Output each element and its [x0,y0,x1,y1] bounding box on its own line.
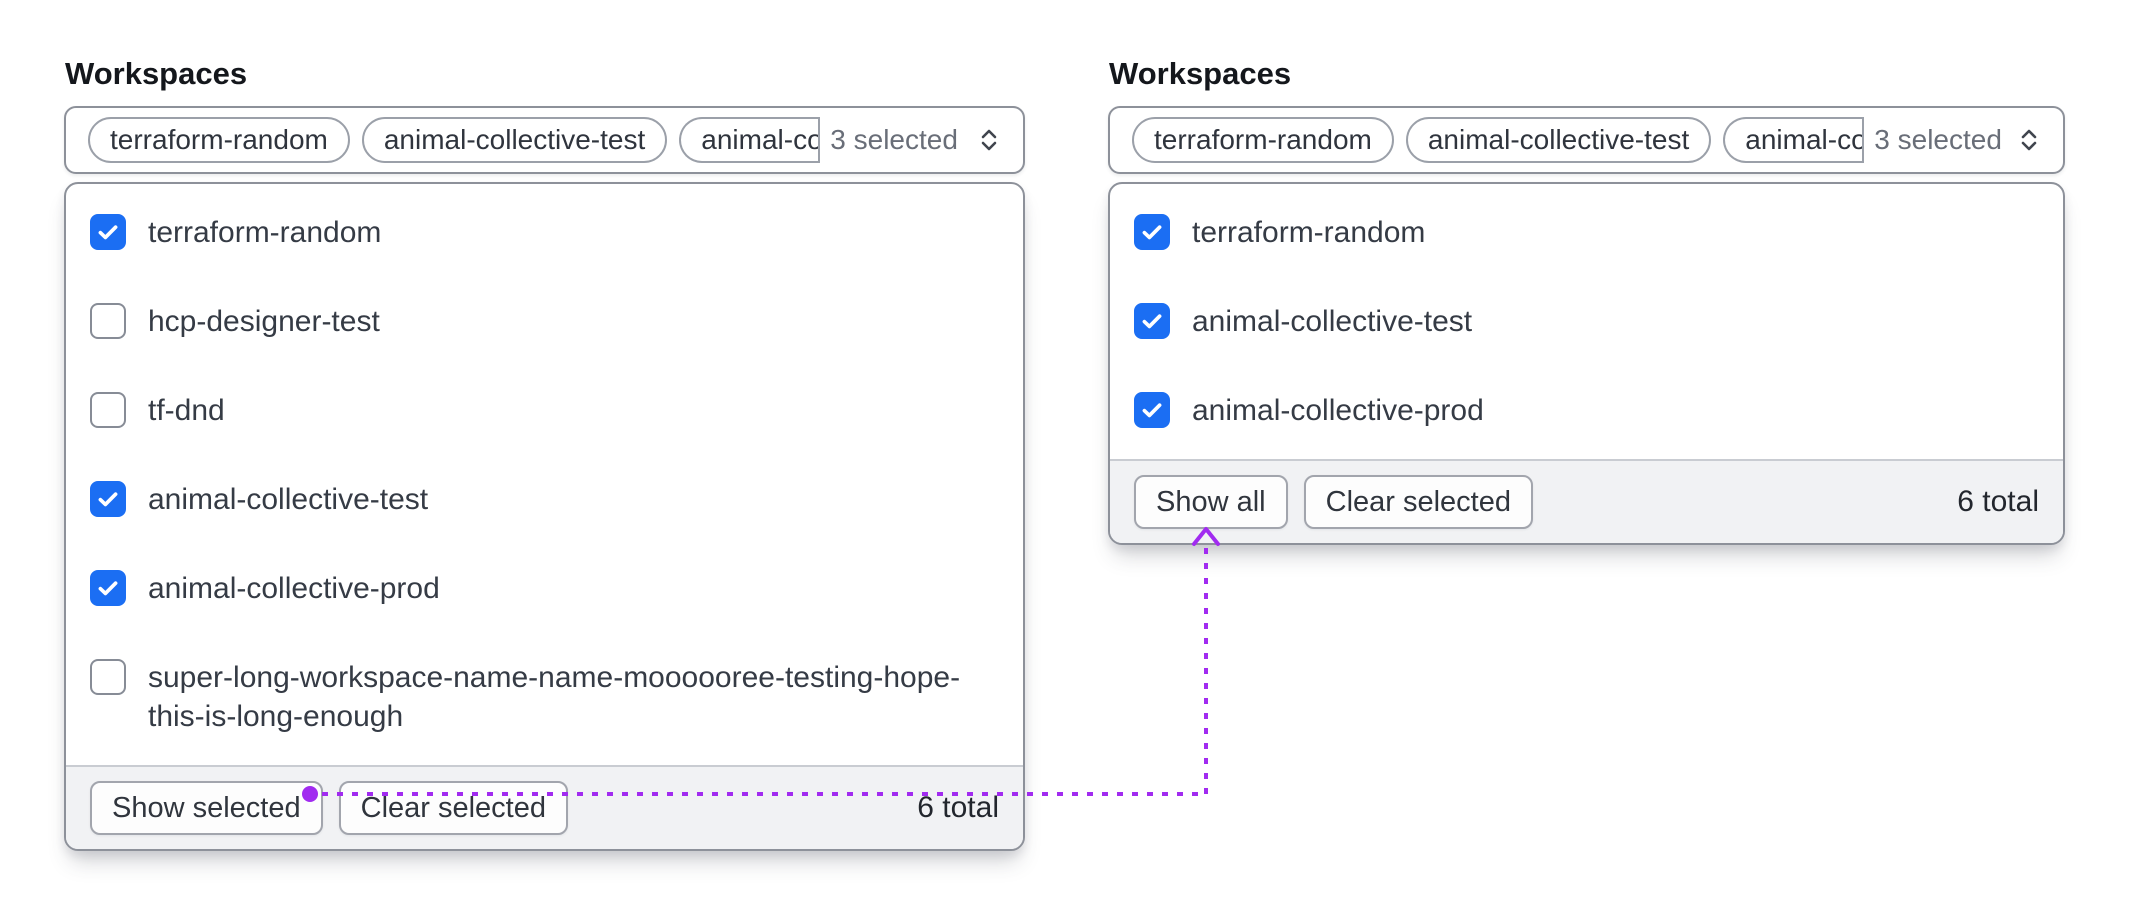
listbox-footer: Show selected Clear selected 6 total [66,765,1023,849]
workspace-options-list: terraform-random animal-collective-test … [1110,184,2063,459]
check-icon [95,486,121,512]
selected-workspace-tag: terraform-random [88,117,350,163]
selected-workspace-tag-clipped: animal-collective-prod [1723,117,1864,163]
workspace-option-row[interactable]: animal-collective-test [90,455,999,544]
workspace-option-row[interactable]: hcp-designer-test [90,277,999,366]
workspace-option-row[interactable]: terraform-random [1134,188,2039,277]
workspace-option-label: hcp-designer-test [148,302,380,341]
clipped-tag-wrapper: animal-collective-prod [679,117,820,163]
check-icon [1139,219,1165,245]
workspace-option-row[interactable]: animal-collective-prod [90,544,999,633]
total-count: 6 total [1957,485,2039,519]
listbox-dropdown: terraform-random animal-collective-test … [1108,182,2065,545]
check-icon [95,219,121,245]
clipped-tag-wrapper: animal-collective-prod [1723,117,1864,163]
selected-count-label: 3 selected [830,124,958,156]
selected-workspace-tag: animal-collective-test [362,117,667,163]
check-icon [1139,308,1165,334]
show-selected-button[interactable]: Show selected [90,781,323,835]
workspace-option-label: animal-collective-test [1192,302,1472,341]
checkbox[interactable] [1134,214,1170,250]
unfold-chevrons-icon [2015,123,2043,157]
selected-tags: terraform-random animal-collective-test [88,117,667,163]
selected-workspace-tag: terraform-random [1132,117,1394,163]
clear-selected-button[interactable]: Clear selected [339,781,568,835]
check-icon [95,575,121,601]
selected-count-label: 3 selected [1874,124,2002,156]
workspace-option-row[interactable]: animal-collective-test [1134,277,2039,366]
check-icon [1139,397,1165,423]
checkbox[interactable] [90,659,126,695]
workspace-option-label: tf-dnd [148,391,225,430]
unfold-chevrons-icon [975,123,1003,157]
workspace-option-label: terraform-random [148,213,381,252]
listbox-dropdown: terraform-random hcp-designer-test tf-dn… [64,182,1025,851]
workspace-option-label: animal-collective-prod [1192,391,1484,430]
listbox-footer: Show all Clear selected 6 total [1110,459,2063,543]
multiselect-trigger[interactable]: terraform-random animal-collective-test … [1108,106,2065,174]
workspace-option-label: terraform-random [1192,213,1425,252]
checkbox[interactable] [90,214,126,250]
checkbox[interactable] [90,303,126,339]
workspace-option-row[interactable]: animal-collective-prod [1134,366,2039,455]
field-label: Workspaces [1109,56,1291,92]
field-label: Workspaces [65,56,247,92]
workspace-option-label: super-long-workspace-name-name-moooooree… [148,658,999,736]
selected-tags: terraform-random animal-collective-test [1132,117,1711,163]
workspace-options-list: terraform-random hcp-designer-test tf-dn… [66,184,1023,765]
checkbox[interactable] [1134,392,1170,428]
checkbox[interactable] [1134,303,1170,339]
workspace-option-label: animal-collective-prod [148,569,440,608]
checkbox[interactable] [90,392,126,428]
workspace-option-row[interactable]: super-long-workspace-name-name-moooooree… [90,633,999,761]
workspace-option-row[interactable]: tf-dnd [90,366,999,455]
multiselect-demo-page: Workspaces terraform-random animal-colle… [0,0,2130,904]
checkbox[interactable] [90,481,126,517]
total-count: 6 total [917,791,999,825]
workspace-option-row[interactable]: terraform-random [90,188,999,277]
selected-workspace-tag: animal-collective-test [1406,117,1711,163]
selected-workspace-tag-clipped: animal-collective-prod [679,117,820,163]
workspace-option-label: animal-collective-test [148,480,428,519]
multiselect-trigger[interactable]: terraform-random animal-collective-test … [64,106,1025,174]
clear-selected-button[interactable]: Clear selected [1304,475,1533,529]
checkbox[interactable] [90,570,126,606]
show-all-button[interactable]: Show all [1134,475,1288,529]
